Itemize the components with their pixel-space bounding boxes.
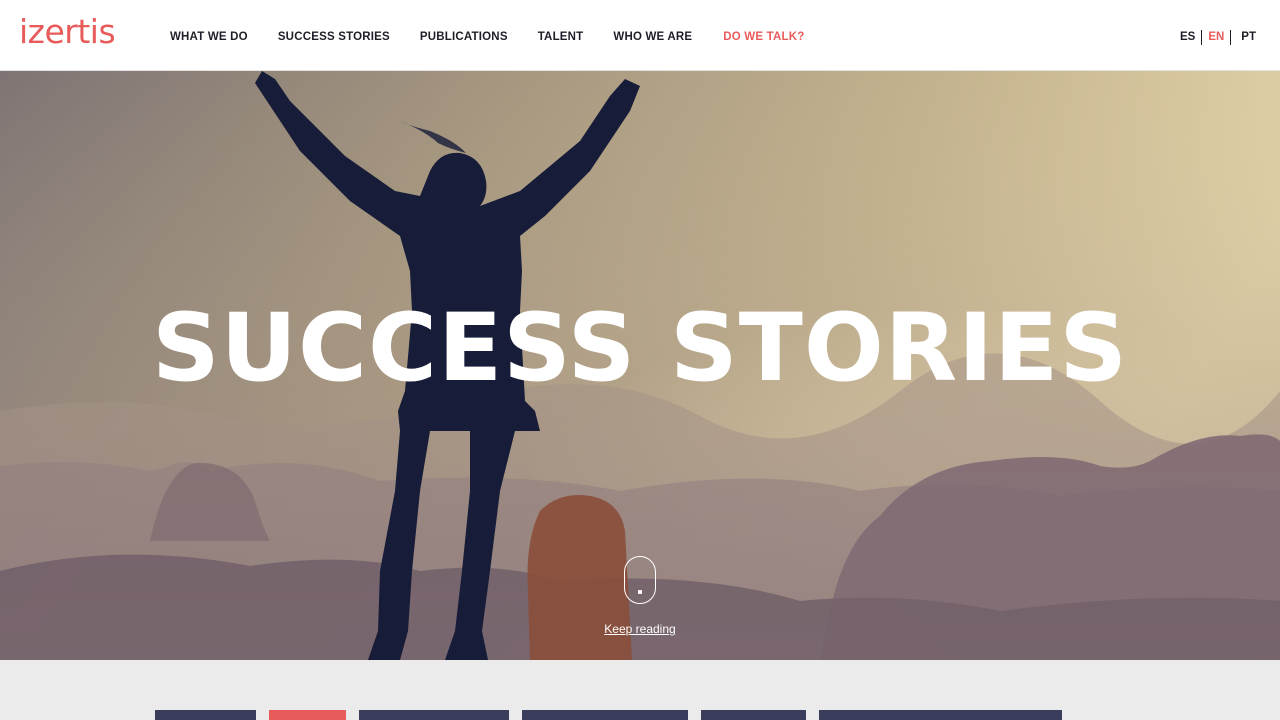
lang-pt[interactable]: PT — [1231, 29, 1256, 45]
lang-es[interactable]: ES — [1180, 29, 1201, 45]
scroll-wheel-dot — [638, 590, 642, 594]
filter-tab[interactable] — [359, 710, 509, 720]
nav-talent[interactable]: TALENT — [538, 29, 584, 45]
hero-banner: SUCCESS STORIES Keep reading — [0, 71, 1280, 660]
izertis-logo[interactable]: izertis — [19, 12, 116, 52]
hero-title: SUCCESS STORIES — [151, 294, 1129, 403]
lang-en[interactable]: EN — [1202, 29, 1230, 45]
scroll-down-icon[interactable] — [624, 556, 656, 604]
keep-reading-link[interactable]: Keep reading — [0, 622, 1280, 636]
category-filter-tabs — [155, 710, 1075, 720]
nav-what-we-do[interactable]: WHAT WE DO — [170, 29, 248, 45]
nav-do-we-talk[interactable]: DO WE TALK? — [723, 29, 804, 45]
filter-tab[interactable] — [155, 710, 256, 720]
filter-tab[interactable] — [522, 710, 688, 720]
site-header: izertis WHAT WE DO SUCCESS STORIES PUBLI… — [0, 0, 1280, 71]
filter-tab-active[interactable] — [269, 710, 346, 720]
language-switcher: ES EN PT — [1180, 29, 1256, 45]
filter-tab[interactable] — [819, 710, 1062, 720]
main-nav: WHAT WE DO SUCCESS STORIES PUBLICATIONS … — [170, 29, 834, 45]
nav-who-we-are[interactable]: WHO WE ARE — [613, 29, 692, 45]
nav-publications[interactable]: PUBLICATIONS — [420, 29, 508, 45]
nav-success-stories[interactable]: SUCCESS STORIES — [278, 29, 390, 45]
filter-tab[interactable] — [701, 710, 806, 720]
